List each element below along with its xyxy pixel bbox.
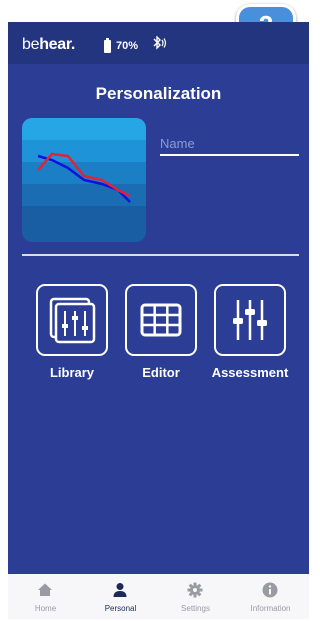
brand-logo: behear. [22,36,76,53]
library-icon [49,297,96,344]
nav-personal[interactable]: Personal [83,574,158,619]
assessment-label: Assessment [211,365,289,380]
home-icon [38,583,52,596]
assessment-tile[interactable]: Assessment [212,284,288,394]
battery-level: 70% [116,40,139,52]
name-input[interactable] [160,132,299,156]
editor-tile[interactable]: Editor [124,284,198,394]
nav-settings[interactable]: Settings [158,574,233,619]
library-tile[interactable]: Library [35,284,109,394]
bluetooth-icon [153,36,167,50]
divider [22,254,299,256]
sliders-icon [233,300,267,340]
assessment-button[interactable] [214,284,286,356]
editor-button[interactable] [125,284,197,356]
battery-icon [104,38,111,53]
nav-information[interactable]: Information [233,574,308,619]
nav-personal-label: Personal [104,604,137,613]
status-bar: behear. 70% [8,22,309,64]
bottom-navigation: Home Personal Settings Information [8,574,309,619]
editor-label: Editor [142,365,180,380]
nav-information-label: Information [250,604,291,613]
nav-home-label: Home [34,604,57,613]
app-screen: behear. 70% Personalization Name Library… [8,22,309,619]
gear-icon [187,582,203,598]
info-icon [262,582,278,598]
nav-settings-label: Settings [181,604,210,613]
library-label: Library [49,365,95,380]
person-icon [113,583,127,597]
grid-icon [140,303,182,337]
nav-home[interactable]: Home [8,574,83,619]
page-title: Personalization [95,84,222,103]
library-button[interactable] [36,284,108,356]
hearing-profile-thumbnail[interactable] [22,118,146,242]
